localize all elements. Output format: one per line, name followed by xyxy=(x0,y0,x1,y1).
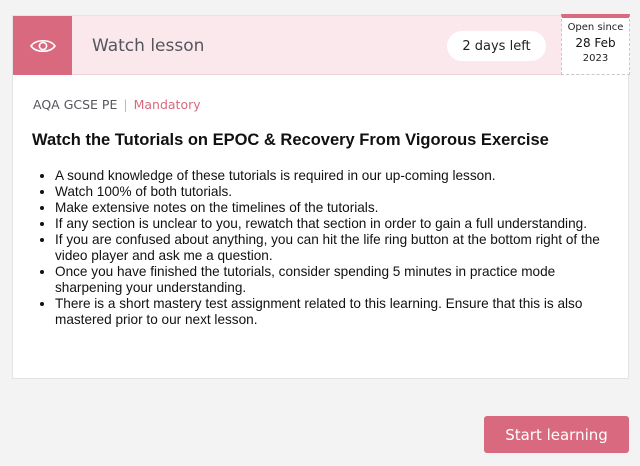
open-since-label: Open since xyxy=(567,22,624,33)
lesson-type-badge xyxy=(13,16,72,75)
lesson-header: Watch lesson 2 days left Open since 28 F… xyxy=(13,14,630,75)
task-bullet-list: A sound knowledge of these tutorials is … xyxy=(55,168,610,328)
meta-separator: | xyxy=(123,97,128,112)
task-title: Watch the Tutorials on EPOC & Recovery F… xyxy=(32,131,549,149)
mandatory-label: Mandatory xyxy=(133,97,201,112)
list-item: If any section is unclear to you, rewatc… xyxy=(55,216,610,232)
lesson-type-title: Watch lesson xyxy=(92,36,205,56)
open-since-year: 2023 xyxy=(582,53,609,64)
days-left-badge: 2 days left xyxy=(447,31,546,61)
list-item: Watch 100% of both tutorials. xyxy=(55,184,610,200)
list-item: A sound knowledge of these tutorials is … xyxy=(55,168,610,184)
list-item: Once you have finished the tutorials, co… xyxy=(55,264,610,296)
eye-icon xyxy=(29,39,56,52)
start-learning-button[interactable]: Start learning xyxy=(484,416,629,453)
course-meta: AQA GCSE PE | Mandatory xyxy=(33,97,201,112)
open-since-date: 28 Feb xyxy=(575,36,616,50)
course-name: AQA GCSE PE xyxy=(33,97,118,112)
list-item: Make extensive notes on the timelines of… xyxy=(55,200,610,216)
open-since-box: Open since 28 Feb 2023 xyxy=(561,14,630,75)
list-item: If you are confused about anything, you … xyxy=(55,232,610,264)
list-item: There is a short mastery test assignment… xyxy=(55,296,610,328)
